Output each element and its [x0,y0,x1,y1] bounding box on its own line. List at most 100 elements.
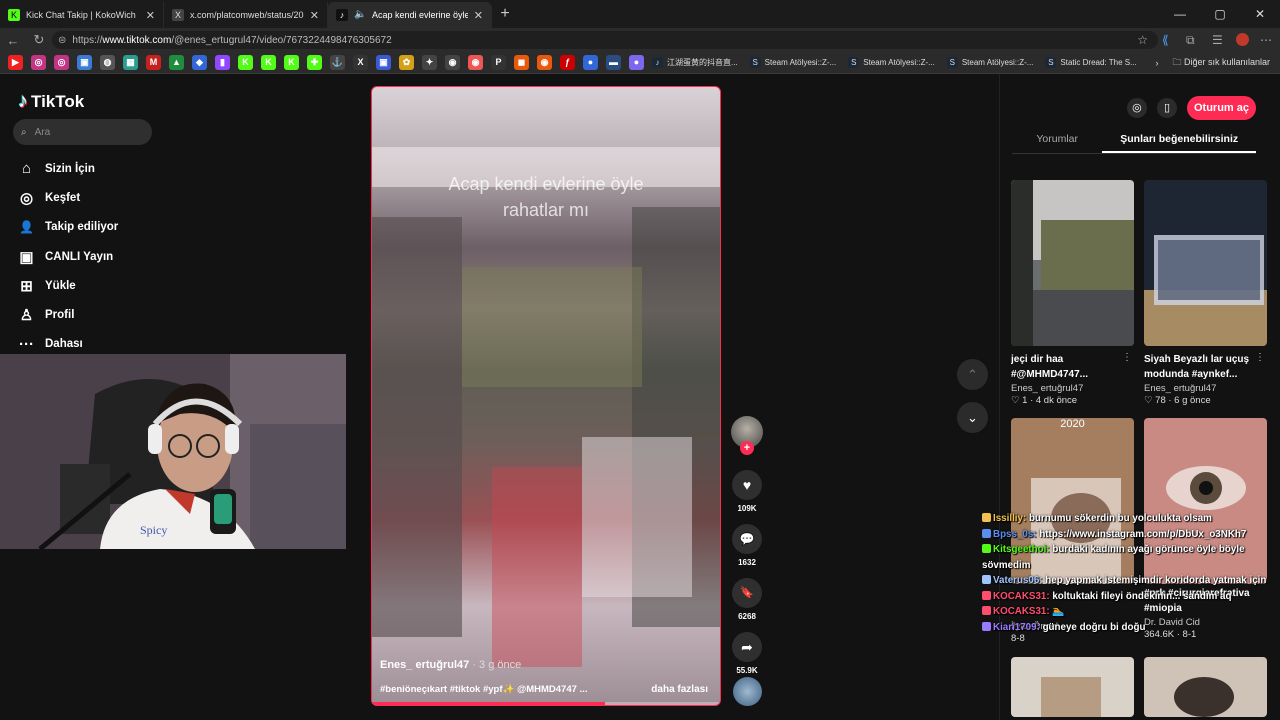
more-button[interactable]: daha fazlası [651,684,708,695]
save-action[interactable]: 🔖 6268 [731,578,763,624]
bookmark-favicon-icon[interactable]: K [284,55,299,70]
video-author[interactable]: Enes_ ertuğrul47 · 3 g önce [380,659,521,671]
bookmark-favicon-icon[interactable]: ✦ [422,55,437,70]
bookmark-favicon-icon[interactable]: ◼ [514,55,529,70]
browser-tab-kick[interactable]: K Kick Chat Takip | KokoWich ✕ [0,2,164,28]
bookmark-favicon-icon[interactable]: ◆ [192,55,207,70]
previous-video-button[interactable]: ⌃ [957,359,988,390]
bookmark-favicon-icon[interactable]: ƒ [560,55,575,70]
close-tab-icon[interactable]: ✕ [474,9,483,22]
extensions-puzzle-icon[interactable]: ⧉ [1186,31,1195,49]
bookmarks-more-icon[interactable]: › [1155,58,1158,68]
video-thumbnail[interactable] [1144,657,1267,717]
bookmark-favicon-icon[interactable]: M [146,55,161,70]
bookmark-item[interactable]: ♪ 江湖蛋黄的抖音直... [652,57,738,68]
follow-plus-button[interactable]: + [740,441,754,455]
sidebar-item-upload[interactable]: ⊞ Yükle [18,271,118,300]
sidebar-item-live[interactable]: ▣ CANLI Yayın [18,242,118,271]
other-bookmarks-folder[interactable]: 🗀 Diğer sık kullanılanlar [1172,55,1270,71]
bookmark-item[interactable]: S Static Dread: The S... [1045,57,1137,68]
suggested-video-card[interactable]: Siyah Beyazlı lar uçuş modunda #aynkef..… [1144,180,1267,406]
tiktok-logo[interactable]: ♪ TikTok [18,90,84,113]
close-tab-icon[interactable]: ✕ [310,9,319,22]
video-thumbnail[interactable] [1011,657,1134,717]
bookmark-favicon-icon[interactable]: ✚ [307,55,322,70]
bookmark-favicon-icon[interactable]: ✿ [399,55,414,70]
coin-icon[interactable]: ◎ [1126,98,1147,118]
heart-icon[interactable]: ♥ [732,470,762,500]
share-action[interactable]: ➦ 55.9K [731,632,763,678]
bookmark-favicon-icon[interactable]: ▮ [215,55,230,70]
music-disc-icon[interactable] [733,677,762,706]
sidebar-item-following[interactable]: 👤 Takip ediliyor [18,213,118,242]
bookmark-favicon-icon[interactable]: ● [583,55,598,70]
search-input[interactable]: ⌕ Ara [13,119,152,145]
card-menu-icon[interactable]: ⋮ [1255,352,1265,363]
bookmark-icon[interactable]: 🔖 [732,578,762,608]
video-thumbnail[interactable] [1144,180,1267,346]
share-icon[interactable]: ➦ [732,632,762,662]
video-thumbnail[interactable] [1011,180,1134,346]
video-hashtags[interactable]: #beniöneçıkart #tiktok #ypf✨ @MHMD4747 .… [380,684,600,695]
bookmark-favicon-icon[interactable]: X [353,55,368,70]
bookmark-item[interactable]: S Steam Atölyesi::Z-... [946,57,1033,68]
tab-suggested[interactable]: Şunları beğenebilirsiniz [1102,130,1256,153]
favorites-icon[interactable]: ☰ [1212,31,1223,49]
reload-icon[interactable]: ↻ [26,32,52,48]
video-player[interactable]: Acap kendi evlerine öyle rahatlar mı Ene… [371,86,721,706]
next-video-button[interactable]: ⌄ [957,402,988,433]
close-tab-icon[interactable]: ✕ [146,9,155,22]
extension-icon[interactable]: ⟪ [1162,31,1169,49]
bookmark-favicon-icon[interactable]: ▣ [77,55,92,70]
phone-icon[interactable]: ▯ [1156,98,1177,118]
sidebar-item-profile[interactable]: ♙ Profil [18,300,118,329]
bookmark-star-icon[interactable]: ☆ [1137,31,1148,49]
bookmark-favicon-icon[interactable]: ▣ [376,55,391,70]
new-tab-button[interactable]: + [492,2,518,28]
bookmark-favicon-icon[interactable]: ▶ [8,55,23,70]
bookmark-favicon-icon[interactable]: ◉ [537,55,552,70]
card-author[interactable]: Enes_ ertuğrul47 [1011,383,1134,394]
bookmark-favicon-icon[interactable]: ◉ [468,55,483,70]
bookmark-item[interactable]: S Steam Atölyesi::Z-... [749,57,836,68]
bookmark-favicon-icon[interactable]: ▦ [123,55,138,70]
bookmark-favicon-icon[interactable]: ◍ [100,55,115,70]
menu-dots-icon[interactable]: ⋯ [1260,31,1272,49]
bookmark-favicon-icon[interactable]: ◎ [31,55,46,70]
bookmark-favicon-icon[interactable]: ◉ [445,55,460,70]
bookmark-favicon-icon[interactable]: ⚓ [330,55,345,70]
bookmark-favicon-icon[interactable]: K [261,55,276,70]
bookmark-favicon-icon[interactable]: ▲ [169,55,184,70]
bookmark-favicon-icon[interactable]: P [491,55,506,70]
browser-tab-tiktok[interactable]: ♪ 🔈 Acap kendi evlerine öyle raha ✕ [328,2,492,28]
bookmark-favicon-icon[interactable]: K [238,55,253,70]
back-arrow-icon[interactable]: ← [0,33,26,48]
suggested-video-card[interactable] [1144,657,1267,717]
card-menu-icon[interactable]: ⋮ [1122,352,1132,363]
bookmark-item[interactable]: S Steam Atölyesi::Z-... [848,57,935,68]
suggested-video-card[interactable] [1011,657,1134,717]
minimize-button[interactable]: — [1160,0,1200,28]
tab-comments[interactable]: Yorumlar [1012,130,1102,153]
profile-avatar[interactable] [1236,33,1249,46]
sidebar-item-explore[interactable]: ◎ Keşfet [18,183,118,212]
browser-tab-x[interactable]: X x.com/platcomweb/status/20886 ✕ [164,2,328,28]
suggested-video-card[interactable]: jeçi dir haa #@MHMD4747... ⋮ Enes_ ertuğ… [1011,180,1134,406]
like-action[interactable]: ♥ 109K [731,470,763,516]
url-field[interactable]: ⊜ https://www.tiktok.com/@enes_ertugrul4… [52,31,1158,49]
close-window-button[interactable]: ✕ [1240,0,1280,28]
site-info-icon[interactable]: ⊜ [58,35,66,46]
bookmark-favicon-icon[interactable]: ● [629,55,644,70]
bookmark-favicon-icon[interactable]: ▬ [606,55,621,70]
author-avatar[interactable]: + [731,416,763,455]
bookmark-favicon-icon[interactable]: ◎ [54,55,69,70]
comment-icon[interactable]: 💬 [732,524,762,554]
sidebar-item-for-you[interactable]: ⌂ Sizin İçin [18,154,118,183]
login-button[interactable]: Oturum aç [1186,96,1256,120]
maximize-button[interactable]: ▢ [1200,0,1240,28]
comment-action[interactable]: 💬 1632 [731,524,763,570]
speaker-icon[interactable]: 🔈 [354,9,366,21]
author-name[interactable]: Enes_ ertuğrul47 [380,659,469,671]
card-author[interactable]: Enes_ ertuğrul47 [1144,383,1267,394]
video-progress-bar[interactable] [372,702,720,705]
